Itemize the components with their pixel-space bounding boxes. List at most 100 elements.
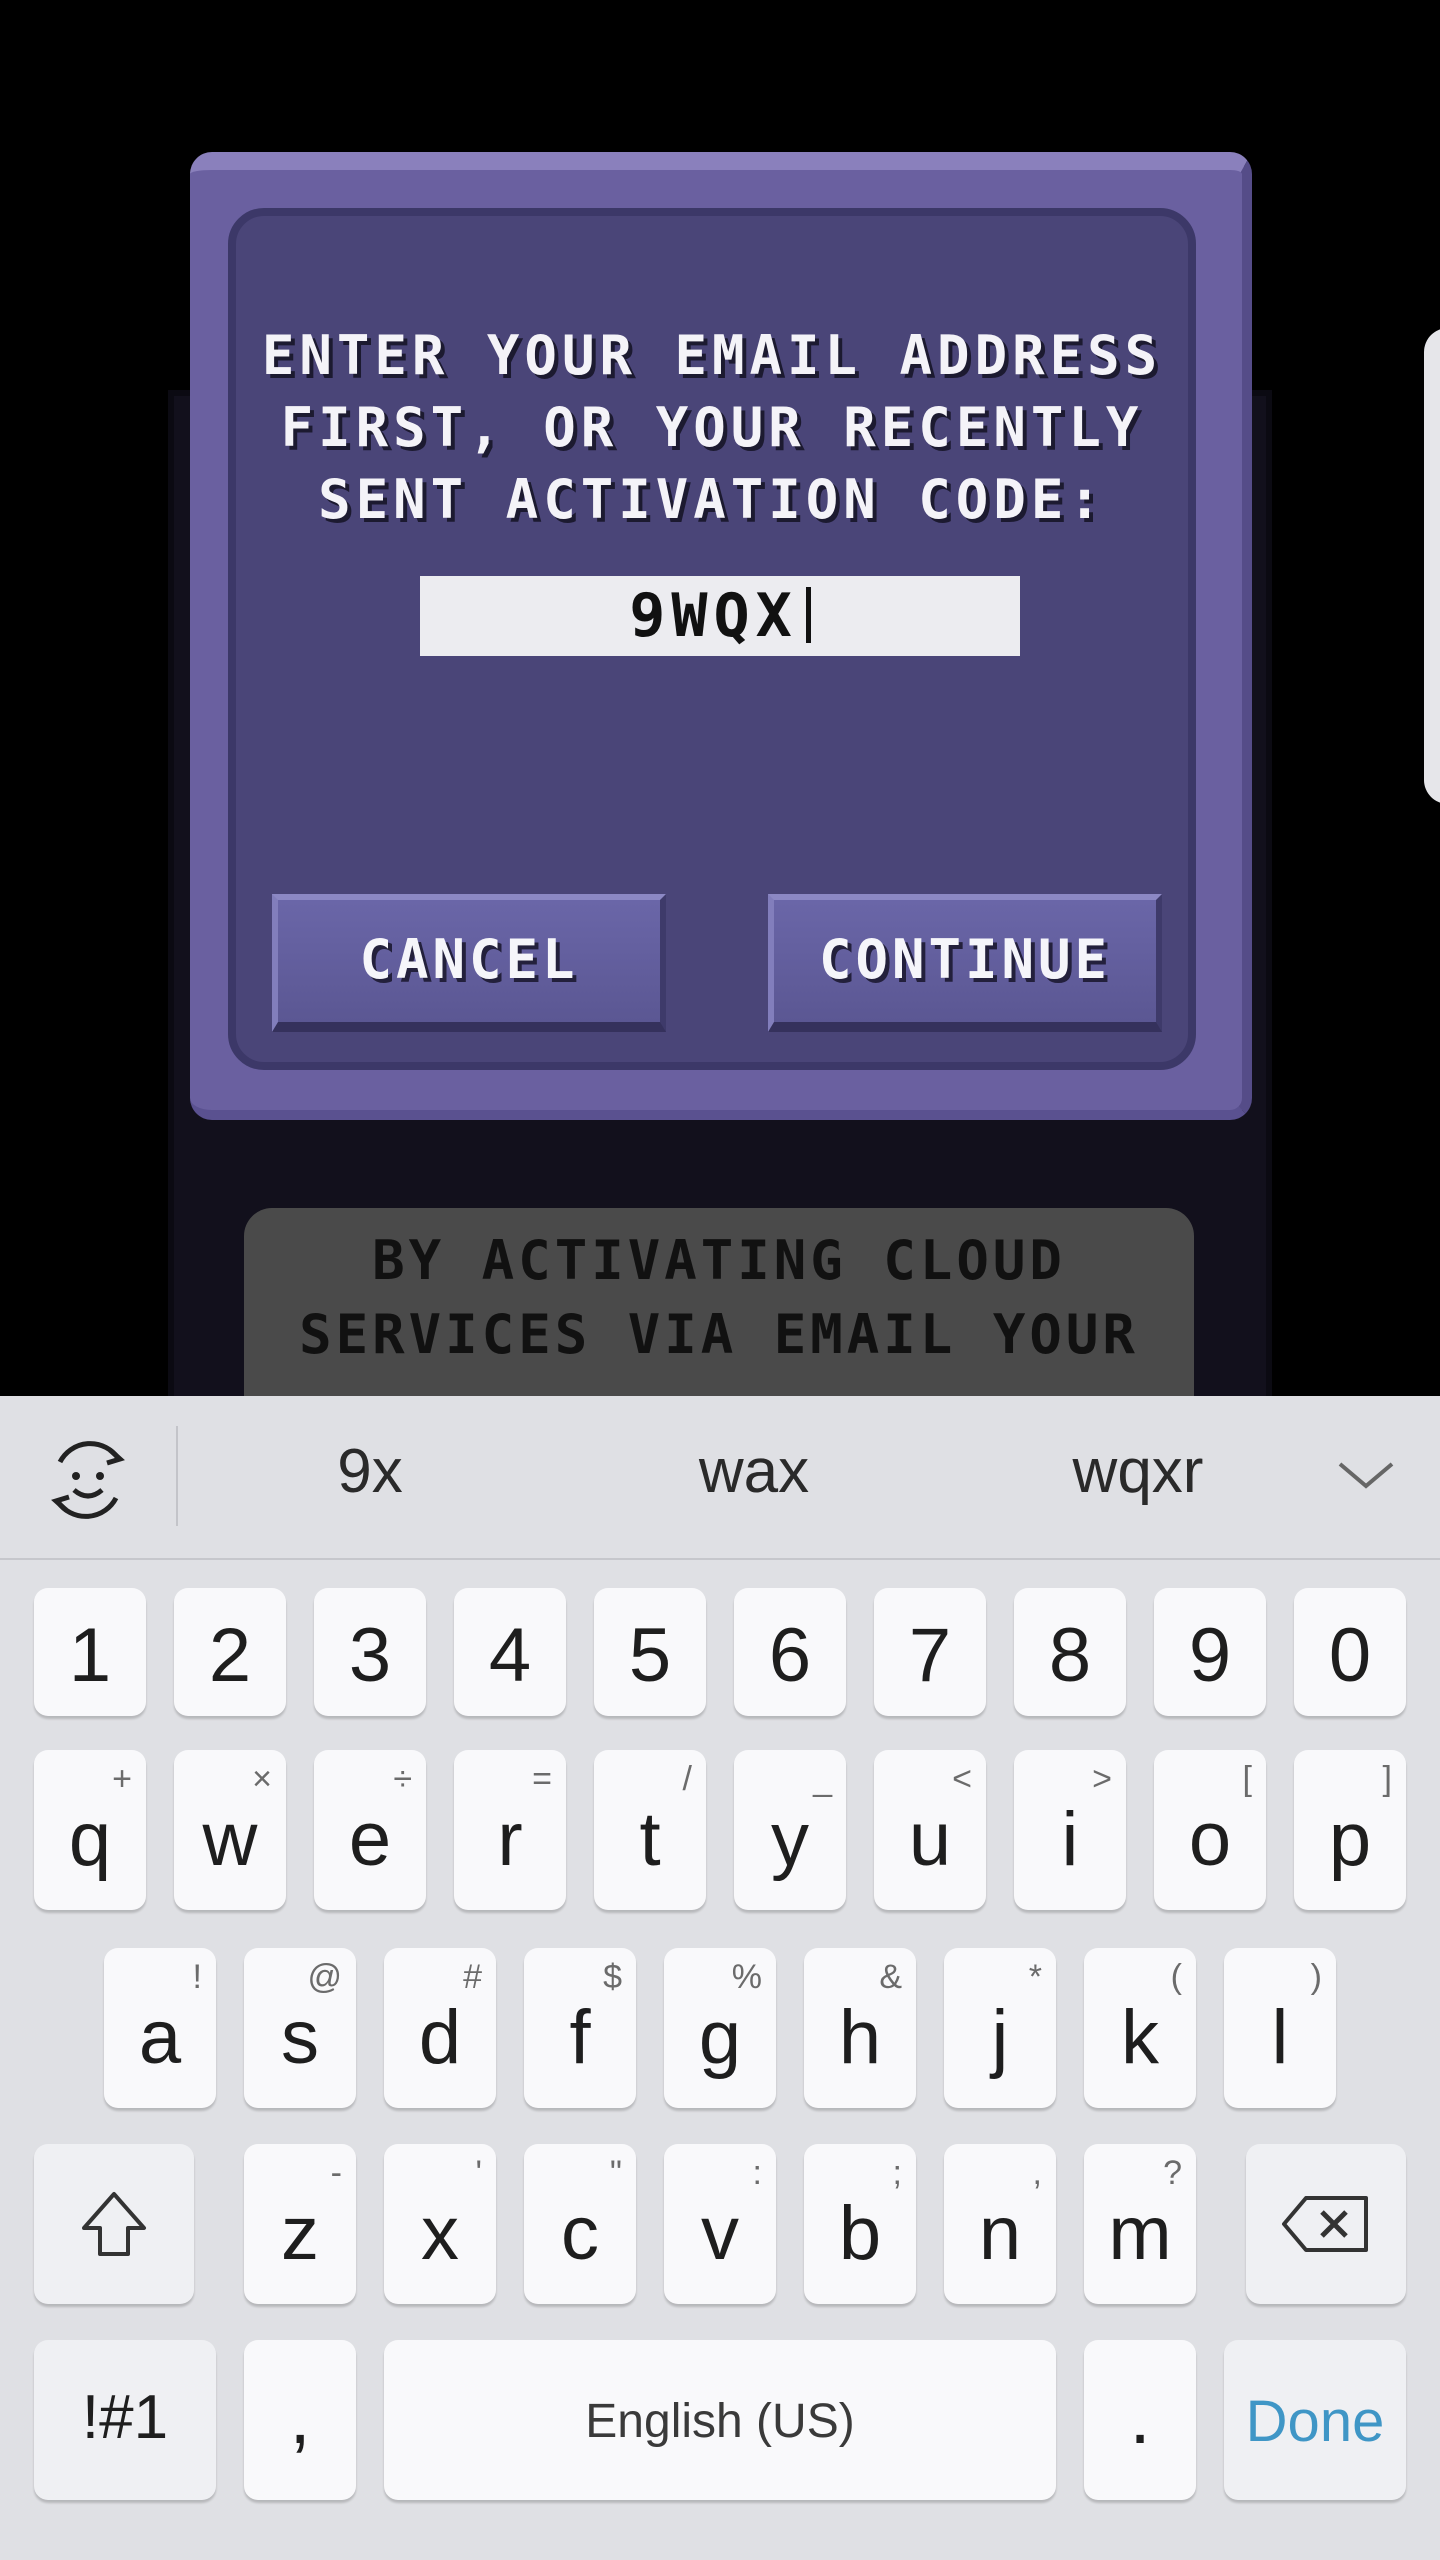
key-o[interactable]: o[ <box>1154 1750 1266 1910</box>
key-g-alt-symbol: % <box>731 1958 762 1996</box>
key-5[interactable]: 5 <box>594 1588 706 1716</box>
key-e[interactable]: e ÷ <box>314 1750 426 1910</box>
key-e-label: e <box>348 1797 392 1882</box>
key-w[interactable]: w × <box>174 1750 286 1910</box>
key-0-label: 0 <box>1328 1613 1372 1698</box>
done-key-label: Done <box>1245 2389 1385 2454</box>
space-key[interactable]: English (US) <box>384 2340 1056 2500</box>
key-n-label: n <box>978 2191 1022 2276</box>
key-g[interactable]: g% <box>664 1948 776 2108</box>
key-x[interactable]: x ' <box>384 2144 496 2304</box>
key-p-label: p <box>1328 1797 1372 1882</box>
key-2[interactable]: 2 <box>174 1588 286 1716</box>
key-k[interactable]: k( <box>1084 1948 1196 2108</box>
shift-key[interactable] <box>34 2144 194 2304</box>
key-d-alt-symbol: # <box>463 1958 482 1996</box>
chevron-down-icon[interactable] <box>1326 1436 1406 1516</box>
edge-panel-handle[interactable] <box>1424 328 1440 804</box>
comma-key-label: , <box>289 2375 311 2460</box>
key-9-label: 9 <box>1188 1613 1232 1698</box>
key-h[interactable]: h & <box>804 1948 916 2108</box>
key-z[interactable]: z- <box>244 2144 356 2304</box>
key-b-alt-symbol: ; <box>892 2154 902 2192</box>
key-r-alt-symbol: = <box>532 1760 552 1798</box>
key-h-label: h <box>838 1995 882 2080</box>
key-m-alt-symbol: ? <box>1163 2154 1182 2192</box>
key-2-label: 2 <box>208 1613 252 1698</box>
key-b-label: b <box>838 2191 882 2276</box>
key-s[interactable]: s @ <box>244 1948 356 2108</box>
key-u[interactable]: u < <box>874 1750 986 1910</box>
period-key[interactable]: . <box>1084 2340 1196 2500</box>
activation-code-input[interactable]: 9WQX <box>420 576 1020 656</box>
key-i[interactable]: i > <box>1014 1750 1126 1910</box>
key-t-label: t <box>639 1797 661 1882</box>
key-i-alt-symbol: > <box>1092 1760 1112 1798</box>
cancel-button[interactable]: CANCEL <box>272 894 666 1032</box>
key-w-label: w <box>202 1797 258 1882</box>
key-z-alt-symbol: - <box>330 2154 342 2192</box>
suggestion-bar: 9x wax wqxr <box>0 1396 1440 1560</box>
key-d-label: d <box>418 1995 462 2080</box>
key-3[interactable]: 3 <box>314 1588 426 1716</box>
key-j-label: j <box>991 1995 1009 2080</box>
key-0[interactable]: 0 <box>1294 1588 1406 1716</box>
key-w-alt-symbol: × <box>252 1760 272 1798</box>
key-c[interactable]: c " <box>524 2144 636 2304</box>
key-d[interactable]: d # <box>384 1948 496 2108</box>
key-9[interactable]: 9 <box>1154 1588 1266 1716</box>
activation-code-value: 9WQX <box>629 581 798 651</box>
key-p[interactable]: p] <box>1294 1750 1406 1910</box>
key-a-label: a <box>138 1995 182 2080</box>
key-t[interactable]: t / <box>594 1750 706 1910</box>
key-7[interactable]: 7 <box>874 1588 986 1716</box>
key-m-label: m <box>1108 2191 1172 2276</box>
key-f-alt-symbol: $ <box>603 1958 622 1996</box>
done-key[interactable]: Done <box>1224 2340 1406 2500</box>
key-z-label: z <box>281 2191 319 2276</box>
key-q-alt-symbol: + <box>112 1760 132 1798</box>
key-y[interactable]: y _ <box>734 1750 846 1910</box>
suggestion-2[interactable]: wax <box>604 1436 904 1507</box>
key-s-alt-symbol: @ <box>307 1958 342 1996</box>
key-a[interactable]: a! <box>104 1948 216 2108</box>
emoji-face-icon[interactable] <box>40 1432 136 1528</box>
key-j[interactable]: j * <box>944 1948 1056 2108</box>
text-caret <box>805 587 811 644</box>
key-v[interactable]: v: <box>664 2144 776 2304</box>
shift-arrow-icon <box>74 2184 154 2269</box>
key-6[interactable]: 6 <box>734 1588 846 1716</box>
key-v-label: v <box>701 2191 739 2276</box>
key-b[interactable]: b; <box>804 2144 916 2304</box>
key-p-alt-symbol: ] <box>1382 1760 1392 1798</box>
key-u-label: u <box>908 1797 952 1882</box>
suggestion-1[interactable]: 9x <box>220 1436 520 1507</box>
key-4[interactable]: 4 <box>454 1588 566 1716</box>
dialog-title-line-2: FIRST, OR YOUR RECENTLY <box>280 396 1144 459</box>
key-r[interactable]: r = <box>454 1750 566 1910</box>
backspace-icon <box>1278 2190 1374 2263</box>
key-8[interactable]: 8 <box>1014 1588 1126 1716</box>
key-a-alt-symbol: ! <box>192 1958 202 1996</box>
key-3-label: 3 <box>348 1613 392 1698</box>
key-l[interactable]: l) <box>1224 1948 1336 2108</box>
key-t-alt-symbol: / <box>682 1760 692 1798</box>
key-n[interactable]: n, <box>944 2144 1056 2304</box>
key-q[interactable]: q + <box>34 1750 146 1910</box>
key-f-label: f <box>569 1995 591 2080</box>
key-m[interactable]: m? <box>1084 2144 1196 2304</box>
key-o-label: o <box>1188 1797 1232 1882</box>
continue-button[interactable]: CONTINUE <box>768 894 1162 1032</box>
symbols-key[interactable]: !#1 <box>34 2340 216 2500</box>
key-c-label: c <box>561 2191 599 2276</box>
cloud-services-card: BY ACTIVATING CLOUD SERVICES VIA EMAIL Y… <box>244 1208 1194 1396</box>
backspace-key[interactable] <box>1246 2144 1406 2304</box>
suggestion-3[interactable]: wqxr <box>988 1436 1288 1507</box>
key-1[interactable]: 1 <box>34 1588 146 1716</box>
key-k-label: k <box>1121 1995 1159 2080</box>
key-x-label: x <box>421 2191 459 2276</box>
comma-key[interactable]: , <box>244 2340 356 2500</box>
key-6-label: 6 <box>768 1613 812 1698</box>
key-f[interactable]: f $ <box>524 1948 636 2108</box>
key-j-alt-symbol: * <box>1028 1958 1042 1996</box>
